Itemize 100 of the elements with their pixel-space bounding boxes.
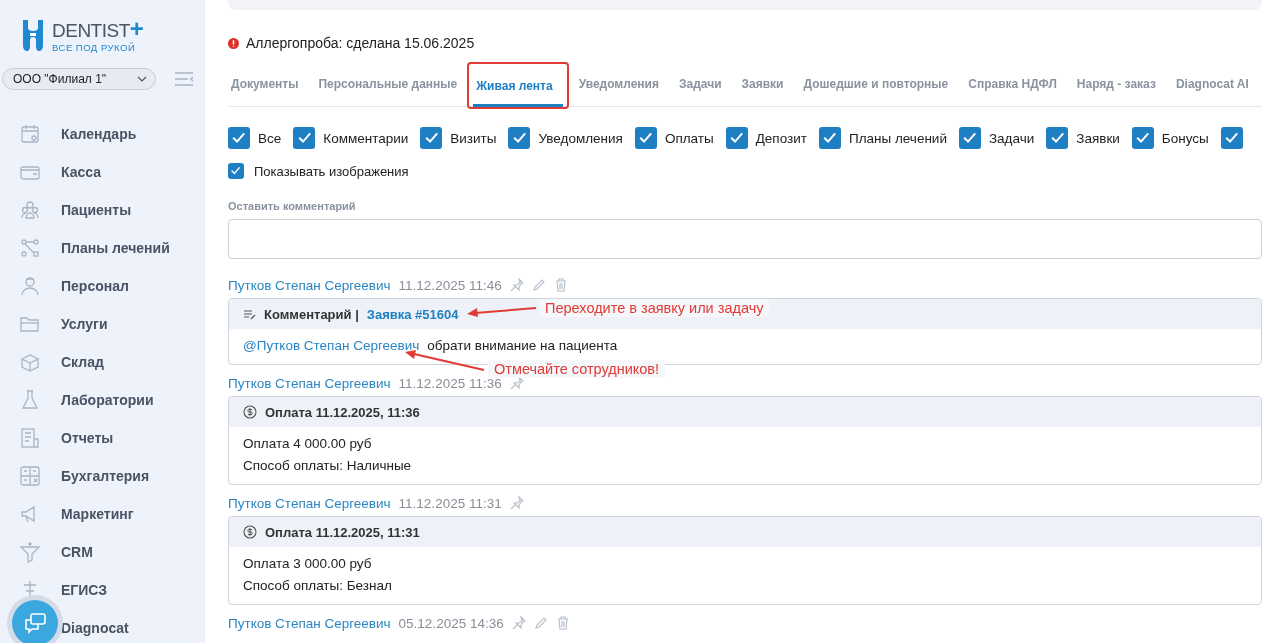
tab[interactable]: Задачи [669,67,732,106]
branch-select[interactable]: ООО "Филиал 1" [2,68,156,90]
timestamp: 05.12.2025 14:36 [398,615,504,631]
checkbox[interactable] [725,127,748,149]
author-link[interactable]: Путков Степан Сергеевич [228,277,391,293]
sidebar-item-icon [19,389,41,411]
author-link[interactable]: Путков Степан Сергеевич [228,495,391,511]
checkmark-icon [230,165,242,177]
logo-tagline: ВСЕ ПОД РУКОЙ [52,43,137,53]
checkmark-icon [1224,130,1240,146]
checkmark-icon [1049,130,1065,146]
tab[interactable]: Живая лента [473,70,563,107]
payment-detail: Способ оплаты: Наличные [243,457,413,475]
checkmark-icon [1135,130,1151,146]
checkbox[interactable] [1046,127,1069,149]
sidebar-item[interactable]: Касса [0,153,205,191]
sidebar-item-icon [19,427,41,449]
comment-input-field[interactable] [228,219,1262,259]
branch-select-value: ООО "Филиал 1" [13,72,107,86]
comment-icon [243,308,256,320]
checkbox[interactable] [508,127,531,149]
dollar-coin-icon [243,405,257,419]
sidebar-item[interactable]: Лаборатории [0,381,205,419]
sidebar-item-icon [19,541,41,563]
sidebar-item[interactable]: Услуги [0,305,205,343]
checkbox[interactable] [293,127,316,149]
tab[interactable]: Diagnocat AI [1165,67,1259,106]
annotation-text: Переходите в заявку или задачу [539,299,770,317]
card-title: Оплата 11.12.2025, 11:36 [265,404,420,420]
payment-detail: Способ оплаты: Безнал [243,577,393,595]
timestamp: 11.12.2025 11:46 [398,277,502,293]
tab[interactable]: Документы [228,67,309,106]
sidebar-item[interactable]: Склад [0,343,205,381]
checkbox-label: Визиты [450,130,497,146]
checkbox-label: Показывать изображения [254,163,409,179]
checkmark-icon [423,130,439,146]
author-link[interactable]: Путков Степан Сергеевич [228,615,391,631]
checkbox-label: Депозит [755,130,807,146]
checkbox[interactable] [420,127,443,149]
sidebar-item-icon [19,199,41,221]
checkbox[interactable] [1131,127,1154,149]
tab[interactable]: Заявки [731,67,794,106]
timestamp: 11.12.2025 11:31 [398,495,502,511]
comment-label: Оставить комментарий [228,200,357,212]
checkbox-label: Бонусы [1161,130,1209,146]
checkmark-icon [822,130,838,146]
sidebar-item[interactable]: Календарь [0,115,205,153]
checkbox[interactable] [818,127,841,149]
checkmark-icon [296,130,312,146]
sidebar-item[interactable]: ЕГИСЗ [0,571,205,609]
sidebar-item[interactable]: Маркетинг [0,495,205,533]
request-link[interactable]: Заявка #51604 [366,306,459,322]
logo-plus-mark: + [129,15,144,43]
payment-detail: Оплата 3 000.00 руб [243,555,373,573]
sidebar-item-icon [19,275,41,297]
tab[interactable]: Наряд - заказ [1066,67,1166,106]
checkbox-label: Планы лечений [848,130,947,146]
checkbox-label: Уведомления [538,130,623,146]
sidebar-item[interactable]: Пациенты [0,191,205,229]
payment-detail: Оплата 4 000.00 руб [243,435,373,453]
checkbox[interactable] [228,127,250,149]
author-link[interactable]: Путков Степан Сергеевич [228,375,391,391]
timestamp: 11.12.2025 11:36 [398,375,502,391]
checkmark-icon [231,130,247,146]
logo-text: DENTIST [52,20,130,42]
checkmark-icon [638,130,654,146]
dollar-coin-icon [243,525,257,539]
tooth-logo-icon [20,18,46,52]
chat-icon [23,612,47,634]
checkbox[interactable] [1220,127,1243,149]
tab[interactable]: Дошедшие и повторные [793,67,959,106]
checkbox[interactable] [958,127,981,149]
annotation-text: Отмечайте сотрудников! [488,360,666,378]
checkbox[interactable] [228,163,244,179]
sidebar-item-icon [19,123,41,145]
checkbox[interactable] [634,127,657,149]
card-title: Комментарий | [264,306,359,322]
sidebar-item[interactable]: CRM [0,533,205,571]
checkbox-label: Комментарии [323,130,409,146]
card-title: Оплата 11.12.2025, 11:31 [265,524,420,540]
checkbox-label: Задачи [988,130,1035,146]
sidebar-item-icon [19,465,41,487]
annotation-arrow [467,306,537,316]
checkbox-label: Оплаты [664,130,714,146]
mention-link[interactable]: @Путков Степан Сергеевич [243,338,420,353]
checkmark-icon [962,130,978,146]
tab[interactable]: Уведомления [568,67,669,106]
sidebar-item-icon [19,237,41,259]
alert-icon [228,37,239,49]
sidebar-item[interactable]: Отчеты [0,419,205,457]
checkmark-icon [729,130,745,146]
checkbox-label: Заявки [1076,130,1120,146]
sidebar-item[interactable]: Персонал [0,267,205,305]
sidebar-item[interactable]: Бухгалтерия [0,457,205,495]
checkbox-label: Все [258,130,282,146]
comment-text: обрати внимание на пациента [427,338,618,353]
sidebar-item[interactable]: Планы лечений [0,229,205,267]
allergy-alert-text: Аллергопроба: сделана 15.06.2025 [246,35,475,51]
tab[interactable]: Персональные данные [308,67,468,106]
tab[interactable]: Справка НДФЛ [958,67,1067,106]
